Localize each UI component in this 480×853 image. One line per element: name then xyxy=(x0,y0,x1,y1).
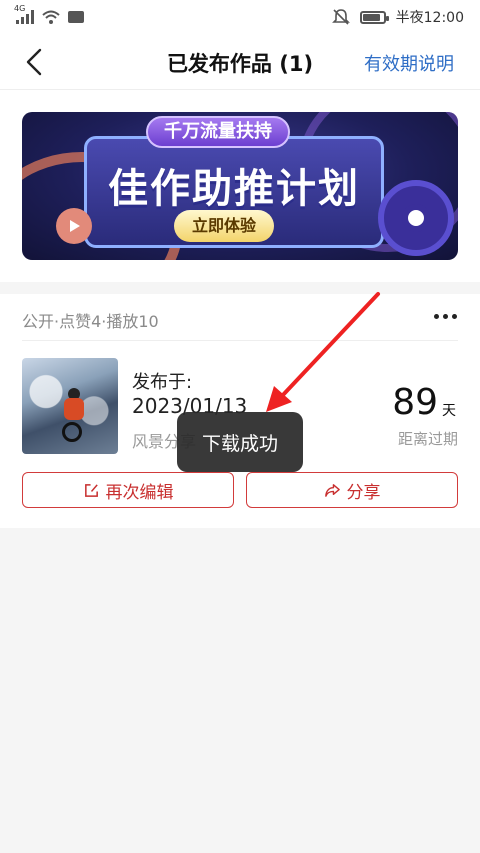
film-reel-icon xyxy=(378,180,454,256)
work-card: 公开·点赞4·播放10 发布于: 2023/01/13 风景分享 89 天 距离… xyxy=(0,294,480,528)
share-button[interactable]: 分享 xyxy=(246,472,458,508)
share-icon xyxy=(324,483,340,497)
mute-bell-icon xyxy=(331,9,350,25)
banner-section: 千万流量扶持 佳作助推计划 立即体验 xyxy=(0,90,480,282)
days-remaining: 89 xyxy=(392,382,438,423)
back-chevron-icon xyxy=(26,48,42,76)
work-meta: 公开·点赞4·播放10 xyxy=(22,312,159,331)
banner-cta-button[interactable]: 立即体验 xyxy=(174,210,275,242)
work-thumbnail[interactable] xyxy=(22,358,118,454)
validity-info-link[interactable]: 有效期说明 xyxy=(364,50,454,76)
edit-again-label: 再次编辑 xyxy=(105,482,174,503)
status-left: 4G xyxy=(14,4,84,24)
status-right: 半夜12:00 xyxy=(331,7,464,27)
share-label: 分享 xyxy=(346,482,381,503)
nav-bar: 已发布作品 (1) 有效期说明 xyxy=(0,34,480,90)
play-icon xyxy=(56,208,92,244)
promo-banner[interactable]: 千万流量扶持 佳作助推计划 立即体验 xyxy=(22,112,458,260)
edit-icon xyxy=(84,483,98,497)
network-type-label: 4G xyxy=(14,4,26,13)
status-bar: 4G 半夜12:00 xyxy=(0,0,480,34)
days-caption: 距离过期 xyxy=(397,430,458,448)
more-options-button[interactable] xyxy=(428,304,462,328)
published-label: 发布于: xyxy=(132,372,193,393)
notification-badge-icon xyxy=(68,11,84,23)
battery-fill xyxy=(362,13,380,21)
banner-tag: 千万流量扶持 xyxy=(146,116,290,148)
toast-message: 下载成功 xyxy=(177,412,303,472)
edit-again-button[interactable]: 再次编辑 xyxy=(22,472,234,508)
status-time: 半夜12:00 xyxy=(395,10,464,26)
days-unit: 天 xyxy=(442,403,456,419)
wifi-icon xyxy=(42,10,60,24)
back-button[interactable] xyxy=(18,46,50,78)
battery-icon xyxy=(359,10,389,24)
signal-icon: 4G xyxy=(14,4,34,24)
divider xyxy=(22,340,458,341)
more-dots-icon xyxy=(433,313,439,319)
banner-headline: 佳作助推计划 xyxy=(108,166,360,212)
